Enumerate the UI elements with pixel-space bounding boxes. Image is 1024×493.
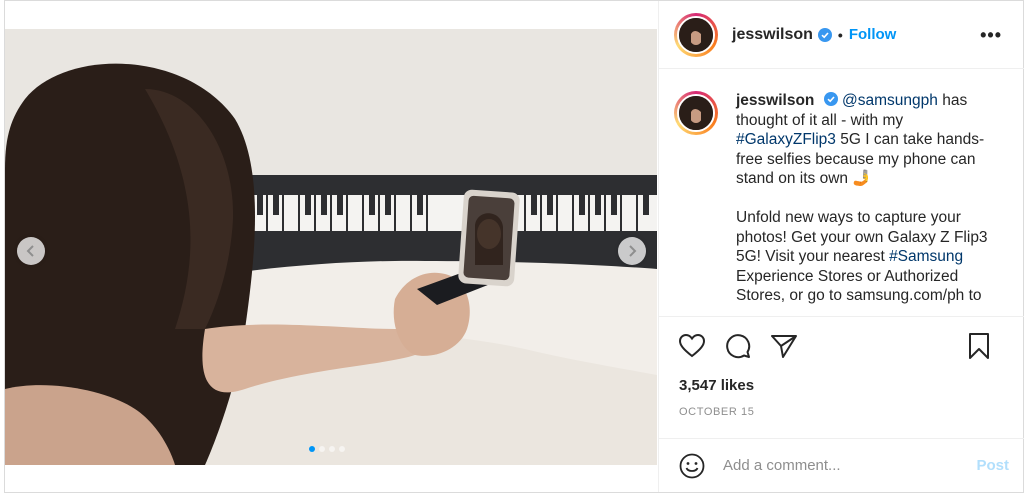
carousel-dot bbox=[329, 446, 335, 452]
caption-author-avatar[interactable] bbox=[674, 91, 718, 135]
chevron-left-icon bbox=[26, 245, 34, 257]
next-photo-button[interactable] bbox=[618, 237, 646, 265]
post-date[interactable]: OCTOBER 15 bbox=[659, 406, 1024, 418]
comment-icon bbox=[726, 334, 751, 359]
mention-link[interactable]: @samsungph bbox=[842, 92, 938, 109]
likes-count[interactable]: 3,547 likes bbox=[659, 377, 1024, 394]
carousel-dot bbox=[309, 446, 315, 452]
share-button[interactable] bbox=[769, 331, 799, 361]
comment-input[interactable] bbox=[723, 457, 963, 474]
avatar-face-icon bbox=[679, 17, 713, 52]
post-side-panel: jesswilson • Follow ••• jesswilson @sams… bbox=[658, 1, 1024, 492]
verified-badge-icon bbox=[817, 27, 832, 42]
instagram-post: jesswilson • Follow ••• jesswilson @sams… bbox=[4, 0, 1024, 493]
save-button[interactable] bbox=[964, 331, 994, 361]
comment-button[interactable] bbox=[723, 331, 753, 361]
action-bar bbox=[659, 317, 1024, 375]
caption-fragment: Experience Stores or Authorized Stores, … bbox=[736, 267, 982, 305]
chevron-right-icon bbox=[629, 245, 637, 257]
bookmark-icon bbox=[969, 333, 989, 359]
hashtag-link[interactable]: #Samsung bbox=[889, 248, 963, 265]
carousel-dot bbox=[339, 446, 345, 452]
author-avatar[interactable] bbox=[674, 12, 718, 57]
share-icon bbox=[771, 335, 797, 358]
photo-illustration bbox=[5, 29, 657, 465]
caption-username[interactable]: jesswilson bbox=[736, 92, 814, 109]
avatar-face-icon bbox=[679, 96, 713, 130]
follow-button[interactable]: Follow bbox=[849, 26, 897, 43]
like-button[interactable] bbox=[677, 331, 707, 361]
verified-badge-icon bbox=[823, 92, 838, 106]
carousel-dot bbox=[319, 446, 325, 452]
author-username[interactable]: jesswilson bbox=[732, 26, 813, 44]
more-options-icon[interactable]: ••• bbox=[980, 25, 1002, 46]
post-photo[interactable] bbox=[5, 29, 657, 465]
post-comment-button[interactable]: Post bbox=[976, 457, 1009, 474]
header-separator: • bbox=[837, 26, 843, 43]
hashtag-link[interactable]: #GalaxyZFlip3 bbox=[736, 131, 836, 148]
caption-text: jesswilson @samsungph has thought of it … bbox=[736, 91, 998, 316]
comment-bar: Post bbox=[659, 438, 1024, 492]
previous-photo-button[interactable] bbox=[17, 237, 45, 265]
heart-icon bbox=[679, 334, 705, 358]
carousel-indicator bbox=[309, 446, 345, 452]
emoji-icon[interactable] bbox=[679, 453, 705, 479]
post-header: jesswilson • Follow ••• bbox=[659, 1, 1024, 69]
caption-section: jesswilson @samsungph has thought of it … bbox=[659, 69, 1024, 317]
